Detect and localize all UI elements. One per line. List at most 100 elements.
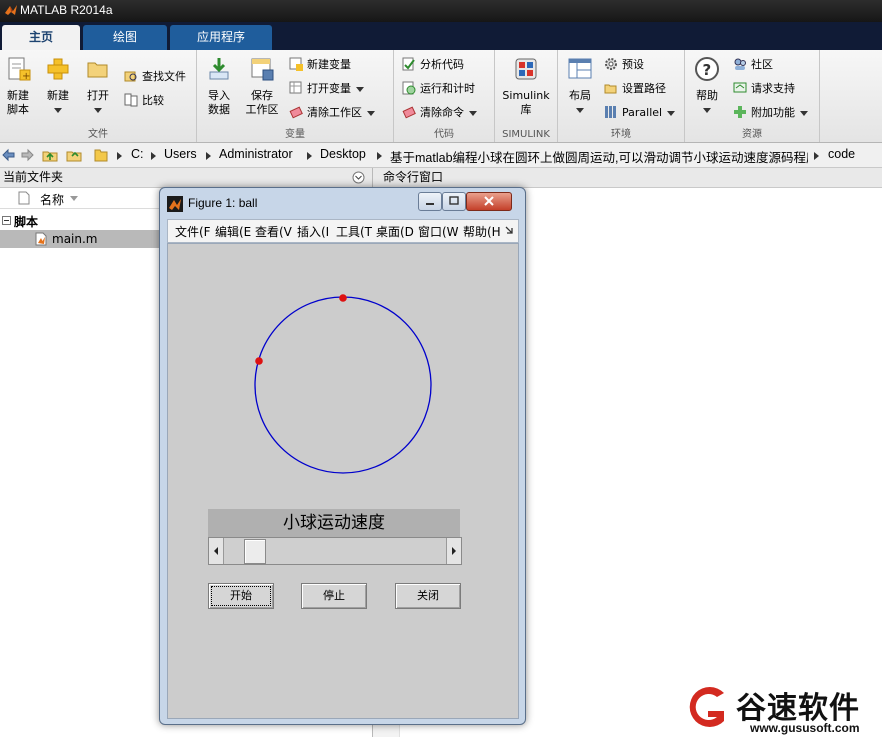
group-resources-label: 资源 — [742, 129, 762, 140]
preferences-label: 预设 — [622, 58, 644, 71]
add-ons-button[interactable]: 附加功能 — [733, 104, 808, 122]
group-environment-label: 环境 — [611, 129, 631, 140]
matlab-file-icon — [35, 232, 47, 246]
watermark-logo-icon — [689, 687, 724, 727]
parallel-button[interactable]: Parallel — [604, 104, 676, 122]
compare-icon — [124, 93, 138, 107]
breadcrumb-project-folder[interactable]: 基于matlab编程小球在圆环上做圆周运动,可以滑动调节小球运动速度源码程序 — [390, 147, 808, 166]
menu-edit[interactable]: 编辑(E — [215, 223, 251, 240]
minimize-button[interactable] — [418, 192, 442, 211]
new-script-button[interactable]: + 新建 脚本 — [3, 56, 33, 117]
menu-window[interactable]: 窗口(W — [418, 223, 459, 240]
group-variable-label: 变量 — [285, 129, 305, 140]
back-arrow-icon[interactable] — [2, 148, 16, 162]
tab-apps[interactable]: 应用程序 — [170, 25, 272, 50]
compare-button[interactable]: 比较 — [124, 92, 164, 110]
parallel-icon — [605, 106, 616, 118]
tab-plots[interactable]: 绘图 — [83, 25, 167, 50]
matlab-logo-icon — [5, 5, 17, 15]
set-path-icon — [604, 84, 617, 94]
slider-right-arrow-button[interactable] — [446, 538, 461, 564]
compare-label: 比较 — [142, 94, 164, 107]
menu-desktop[interactable]: 桌面(D — [376, 223, 414, 240]
clear-commands-label: 清除命令 — [420, 106, 464, 119]
open-variable-button[interactable]: 打开变量 — [289, 80, 364, 98]
start-button[interactable]: 开始 — [208, 583, 274, 609]
new-script-icon: + — [8, 57, 31, 82]
breadcrumb-users[interactable]: Users — [164, 147, 197, 161]
chevron-down-icon — [367, 110, 375, 116]
tab-home[interactable]: 主页 — [2, 25, 80, 50]
maximize-button[interactable] — [442, 192, 466, 211]
new-variable-button[interactable]: 新建变量 — [289, 56, 351, 74]
panel-menu-icon[interactable] — [352, 171, 365, 184]
help-button[interactable]: ? 帮助 — [689, 56, 725, 117]
new-script-label: 新建 脚本 — [7, 89, 29, 116]
menu-insert[interactable]: 插入(I — [297, 223, 329, 240]
analyze-code-button[interactable]: 分析代码 — [402, 56, 464, 74]
community-icon — [734, 58, 746, 70]
breadcrumb-separator — [206, 152, 211, 160]
simulink-library-button[interactable]: Simulink 库 — [499, 56, 553, 117]
set-path-label: 设置路径 — [622, 82, 666, 95]
speed-label: 小球运动速度 — [208, 509, 460, 537]
menu-file[interactable]: 文件(F — [175, 223, 211, 240]
group-simulink-label: SIMULINK — [502, 129, 550, 140]
watermark-url: www.gususoft.com — [750, 721, 860, 735]
axes-plot[interactable] — [168, 244, 518, 718]
close-button[interactable]: 关闭 — [395, 583, 461, 609]
set-path-button[interactable]: 设置路径 — [604, 80, 666, 98]
run-and-time-button[interactable]: 运行和计时 — [402, 80, 475, 98]
close-window-button[interactable] — [466, 192, 512, 211]
menu-view[interactable]: 查看(V — [255, 223, 292, 240]
minimize-icon — [426, 203, 434, 205]
collapse-icon[interactable] — [2, 216, 11, 225]
browse-folder-icon[interactable] — [66, 147, 82, 163]
toolbar-overflow-icon[interactable] — [505, 226, 514, 235]
group-resources: ? 帮助 社区 请求支持 附加功能 资源 — [685, 50, 820, 142]
breadcrumb-desktop[interactable]: Desktop — [320, 147, 366, 161]
forward-arrow-icon[interactable] — [20, 148, 34, 162]
clear-workspace-button[interactable]: 清除工作区 — [289, 104, 375, 122]
up-folder-icon[interactable] — [42, 147, 58, 163]
ball-marker — [339, 294, 347, 302]
arrow-right-icon — [452, 547, 456, 555]
slider-thumb[interactable] — [244, 539, 267, 564]
figure-canvas: 小球运动速度 开始 停止 关闭 — [167, 243, 519, 719]
layout-icon — [568, 58, 592, 79]
chevron-down-icon — [54, 107, 62, 113]
current-folder-title: 当前文件夹 — [3, 170, 64, 184]
chevron-down-icon — [703, 107, 711, 113]
import-icon — [209, 58, 229, 80]
group-file: + 新建 脚本 新建 打开 查找文件 比较 文件 — [0, 50, 197, 142]
speed-slider[interactable] — [208, 537, 462, 565]
find-files-button[interactable]: 查找文件 — [124, 68, 186, 86]
save-workspace-button[interactable]: 保存 工作区 — [242, 56, 282, 117]
request-support-label: 请求支持 — [751, 82, 795, 95]
name-column-header[interactable]: 名称 — [40, 191, 64, 208]
slider-left-arrow-button[interactable] — [209, 538, 224, 564]
community-button[interactable]: 社区 — [733, 56, 773, 74]
breadcrumb-drive[interactable]: C: — [131, 147, 144, 161]
stop-button[interactable]: 停止 — [301, 583, 367, 609]
community-label: 社区 — [751, 58, 773, 71]
orbit-circle — [254, 296, 432, 474]
add-ons-icon — [734, 106, 746, 118]
new-button[interactable]: 新建 — [42, 56, 74, 117]
request-support-button[interactable]: 请求支持 — [733, 80, 795, 98]
figure-title-bar: Figure 1: ball — [160, 188, 525, 218]
clear-commands-button[interactable]: 清除命令 — [402, 104, 477, 122]
preferences-button[interactable]: 预设 — [604, 56, 644, 74]
app-title: MATLAB R2014a — [20, 3, 113, 17]
breadcrumb-separator — [377, 152, 382, 160]
menu-help[interactable]: 帮助(H — [463, 223, 501, 240]
layout-label: 布局 — [569, 89, 591, 102]
import-data-button[interactable]: 导入 数据 — [203, 56, 235, 117]
open-button[interactable]: 打开 — [82, 56, 114, 117]
menu-tools[interactable]: 工具(T — [336, 223, 372, 240]
command-window-title: 命令行窗口 — [383, 170, 444, 184]
breadcrumb-code[interactable]: code — [828, 147, 855, 161]
breadcrumb-administrator[interactable]: Administrator — [219, 147, 293, 161]
group-file-label: 文件 — [88, 129, 108, 140]
layout-button[interactable]: 布局 — [562, 56, 598, 117]
